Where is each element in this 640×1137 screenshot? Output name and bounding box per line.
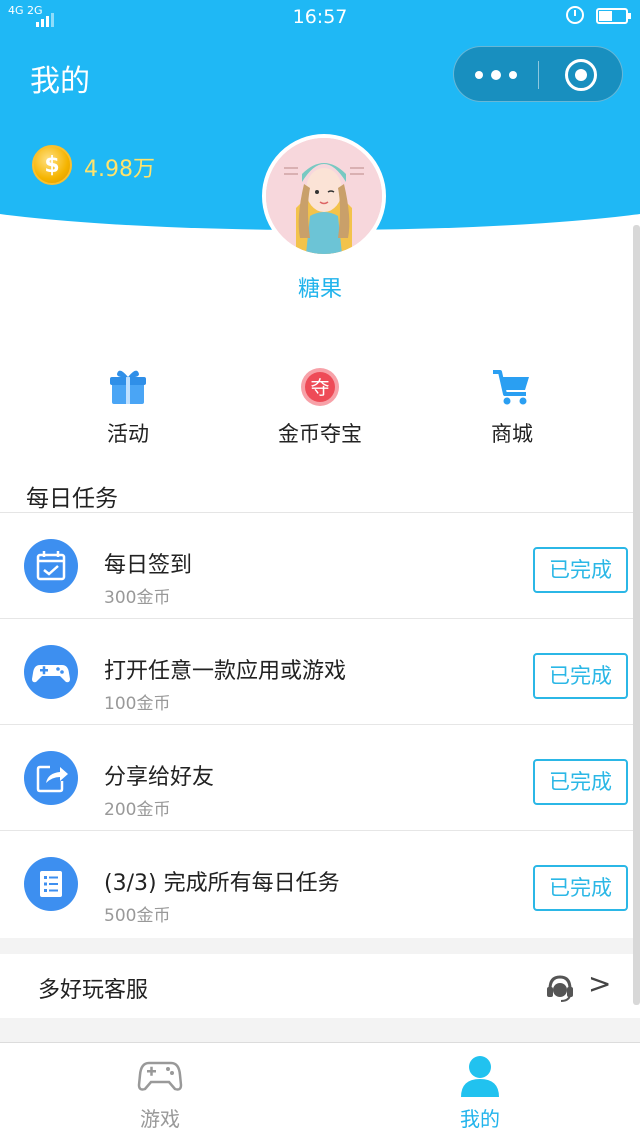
more-dot-icon (509, 71, 517, 79)
task-name: 分享给好友 (104, 765, 215, 790)
customer-service-row[interactable]: 多好玩客服 > (0, 954, 640, 1018)
calendar-check-icon (24, 539, 78, 593)
more-button[interactable] (454, 47, 538, 103)
page-title: 我的 (30, 64, 90, 99)
customer-service-label: 多好玩客服 (38, 978, 149, 1003)
coin-balance[interactable]: 4.98万 (84, 151, 155, 183)
tab-mine[interactable]: 我的 (320, 1043, 640, 1137)
task-reward: 500金币 (104, 906, 171, 926)
section-spacer (0, 1018, 640, 1042)
gamepad-icon (24, 645, 78, 699)
task-completed-button[interactable]: 已完成 (533, 547, 628, 593)
gift-icon (107, 366, 149, 408)
avatar-image (266, 138, 382, 254)
mini-program-capsule (453, 46, 623, 102)
chevron-right-icon: > (588, 967, 612, 1000)
task-name: (3/3) 完成所有每日任务 (104, 871, 340, 896)
share-icon (24, 751, 78, 805)
task-reward: 100金币 (104, 694, 171, 714)
gamepad-outline-icon (137, 1055, 183, 1097)
task-completed-button[interactable]: 已完成 (533, 759, 628, 805)
task-row: 分享给好友 200金币 已完成 (0, 725, 640, 831)
alarm-icon (566, 6, 584, 24)
status-bar: 4G 2G 16:57 (0, 0, 640, 34)
task-name: 每日签到 (104, 553, 193, 578)
tab-bar: 游戏 我的 (0, 1042, 640, 1137)
task-completed-button[interactable]: 已完成 (533, 653, 628, 699)
shortcut-label: 商城 (491, 422, 533, 446)
task-row: (3/3) 完成所有每日任务 500金币 已完成 (0, 831, 640, 937)
shortcut-row: 活动 夺 金币夺宝 商城 (0, 360, 640, 450)
more-dot-icon (491, 70, 501, 80)
task-row: 每日签到 300金币 已完成 (0, 513, 640, 619)
section-spacer (0, 938, 640, 954)
avatar[interactable] (262, 134, 386, 258)
battery-icon (596, 8, 631, 24)
battery-level (599, 11, 612, 21)
treasure-shortcut[interactable]: 夺 金币夺宝 (240, 360, 400, 448)
treasure-icon: 夺 (299, 366, 341, 408)
capsule-divider (538, 61, 539, 89)
more-dot-icon (475, 71, 483, 79)
headset-icon (544, 972, 576, 1004)
close-miniprogram-button[interactable] (565, 59, 597, 91)
daily-tasks-title: 每日任务 (26, 486, 118, 512)
task-reward: 200金币 (104, 800, 171, 820)
task-reward: 300金币 (104, 588, 171, 608)
task-row: 打开任意一款应用或游戏 100金币 已完成 (0, 619, 640, 725)
user-icon (457, 1055, 503, 1097)
tab-label: 我的 (460, 1107, 500, 1131)
coin-icon: $ (32, 145, 72, 185)
shortcut-label: 活动 (107, 422, 149, 446)
nickname[interactable]: 糖果 (0, 271, 640, 303)
shortcut-label: 金币夺宝 (278, 422, 362, 446)
activity-shortcut[interactable]: 活动 (48, 360, 208, 448)
mall-shortcut[interactable]: 商城 (432, 360, 592, 448)
treasure-glyph: 夺 (310, 377, 329, 399)
task-name: 打开任意一款应用或游戏 (104, 659, 347, 684)
list-icon (24, 857, 78, 911)
tab-label: 游戏 (140, 1107, 180, 1131)
status-time: 16:57 (292, 6, 348, 28)
cart-icon (491, 366, 533, 408)
tab-games[interactable]: 游戏 (0, 1043, 320, 1137)
task-completed-button[interactable]: 已完成 (533, 865, 628, 911)
scrollbar[interactable] (633, 225, 640, 1005)
